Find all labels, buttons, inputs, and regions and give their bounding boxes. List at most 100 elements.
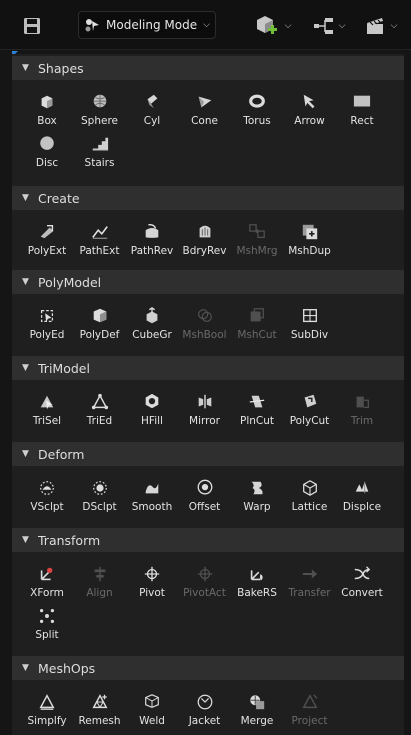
- bake-rs-icon: [250, 570, 263, 581]
- category-header-create[interactable]: ▼ Create: [12, 186, 404, 210]
- category-header-transform[interactable]: ▼ Transform: [12, 528, 404, 552]
- poly-deform-icon: [93, 308, 106, 323]
- category-header-polymodel[interactable]: ▼ PolyModel: [12, 270, 404, 294]
- xform-icon: [40, 567, 53, 581]
- tool-button-remesh[interactable]: Remesh: [73, 693, 127, 733]
- tool-button-simplfy[interactable]: Simplfy: [20, 693, 74, 733]
- tool-button-tried[interactable]: TriEd: [73, 393, 127, 433]
- tool-button-displce[interactable]: Displce: [335, 479, 389, 519]
- weld-icon: [145, 694, 159, 709]
- save-button[interactable]: [18, 15, 46, 37]
- tool-button-torus[interactable]: Torus: [230, 93, 284, 133]
- tool-button-pathrev[interactable]: PathRev: [125, 223, 179, 263]
- tool-button-lattice[interactable]: Lattice: [283, 479, 337, 519]
- tool-button-dsclpt[interactable]: DSclpt: [73, 479, 127, 519]
- tool-button-sphere[interactable]: Sphere: [73, 93, 127, 133]
- category-header-trimodel[interactable]: ▼ TriModel: [12, 356, 404, 380]
- tool-button-subdiv[interactable]: SubDiv: [283, 307, 337, 347]
- cube-grid-icon: [146, 307, 158, 324]
- category-title: MeshOps: [38, 660, 96, 676]
- modeling-mode-dropdown[interactable]: Modeling Mode ⌵: [78, 11, 216, 39]
- add-actor-icon: [256, 16, 277, 34]
- chevron-down-icon: ⌵: [203, 20, 210, 30]
- split-icon: [39, 608, 55, 624]
- warp-icon: [251, 481, 263, 495]
- project-icon: [301, 694, 318, 709]
- tool-button-mshbool: MshBool: [178, 307, 232, 347]
- tool-button-polydef[interactable]: PolyDef: [73, 307, 127, 347]
- tool-button-vsclpt[interactable]: VSclpt: [20, 479, 74, 519]
- remesh-icon: [91, 694, 108, 709]
- main-toolbar: Modeling Mode ⌵ ⌵ ⌵ ⌵: [0, 0, 411, 50]
- collapse-triangle-icon: ▼: [22, 663, 29, 673]
- lattice-icon: [302, 480, 317, 496]
- tool-button-split[interactable]: Split: [20, 607, 74, 647]
- tool-button-cyl[interactable]: Cyl: [125, 93, 179, 133]
- collapse-triangle-icon: ▼: [22, 535, 29, 545]
- category-header-meshops[interactable]: ▼ MeshOps: [12, 656, 404, 680]
- collapse-triangle-icon: ▼: [22, 63, 29, 73]
- poly-edit-icon: [40, 309, 54, 323]
- tri-select-icon: [40, 395, 54, 410]
- tool-label: Trim: [350, 415, 374, 427]
- collapse-triangle-icon: ▼: [22, 363, 29, 373]
- poly-extrude-icon: [40, 224, 54, 239]
- cone-icon: [198, 96, 211, 108]
- tool-button-pivot[interactable]: Pivot: [125, 565, 179, 605]
- tool-button-trisel[interactable]: TriSel: [20, 393, 74, 433]
- tool-button-polyed[interactable]: PolyEd: [20, 307, 74, 347]
- tool-button-polycut[interactable]: PolyCut: [283, 393, 337, 433]
- tool-button-box[interactable]: Box: [20, 93, 74, 133]
- category-title: TriModel: [38, 360, 90, 376]
- modeling-mode-icon: [85, 19, 100, 32]
- hole-fill-icon: [145, 393, 159, 409]
- subdivide-icon: [302, 309, 317, 323]
- tool-button-align: Align: [73, 565, 127, 605]
- tool-button-arrow[interactable]: Arrow: [283, 93, 337, 133]
- tool-button-warp[interactable]: Warp: [230, 479, 284, 519]
- tool-button-plncut[interactable]: PlnCut: [230, 393, 284, 433]
- tool-button-offset[interactable]: Offset: [178, 479, 232, 519]
- category-title: PolyModel: [38, 274, 102, 290]
- merge-icon: [250, 695, 265, 710]
- tool-button-disc[interactable]: Disc: [20, 135, 74, 175]
- tool-button-convert[interactable]: Convert: [335, 565, 389, 605]
- jacket-icon: [197, 694, 212, 710]
- tool-button-cubegr[interactable]: CubeGr: [125, 307, 179, 347]
- category-header-deform[interactable]: ▼ Deform: [12, 442, 404, 466]
- cylinder-icon: [147, 94, 158, 109]
- tool-button-project: Project: [283, 693, 337, 733]
- tool-button-trim: Trim: [335, 393, 389, 433]
- trim-icon: [356, 396, 369, 409]
- tool-button-pathext[interactable]: PathExt: [73, 223, 127, 263]
- dyna-sculpt-icon: [92, 481, 107, 495]
- tool-button-rect[interactable]: Rect: [335, 93, 389, 133]
- offset-icon: [197, 479, 212, 495]
- tool-button-mirror[interactable]: Mirror: [178, 393, 232, 433]
- path-extrude-icon: [91, 226, 108, 239]
- tool-button-mshdup[interactable]: MshDup: [283, 223, 337, 263]
- tool-button-smooth[interactable]: Smooth: [125, 479, 179, 519]
- poly-cut-icon: [304, 394, 316, 408]
- disc-icon: [40, 136, 54, 150]
- add-actor-button[interactable]: ⌵: [248, 14, 298, 38]
- tool-button-stairs[interactable]: Stairs: [73, 135, 127, 175]
- mirror-icon: [198, 394, 211, 409]
- cinematics-button[interactable]: ⌵: [358, 14, 404, 38]
- tool-button-merge[interactable]: Merge: [230, 693, 284, 733]
- mode-label: Modeling Mode: [106, 18, 198, 32]
- boundary-revolve-icon: [199, 225, 210, 238]
- torus-icon: [249, 94, 265, 108]
- tool-button-polyext[interactable]: PolyExt: [20, 223, 74, 263]
- tool-button-weld[interactable]: Weld: [125, 693, 179, 733]
- tool-button-hfill[interactable]: HFill: [125, 393, 179, 433]
- tool-palette: ▼ Shapes Box Sphere Cyl Cone Torus Arrow Rect Dis…: [12, 54, 404, 735]
- tool-button-jacket[interactable]: Jacket: [178, 693, 232, 733]
- tool-button-bdryrev[interactable]: BdryRev: [178, 223, 232, 263]
- tool-button-cone[interactable]: Cone: [178, 93, 232, 133]
- tool-button-bakers[interactable]: BakeRS: [230, 565, 284, 605]
- rect-icon: [353, 95, 371, 107]
- blueprint-button[interactable]: ⌵: [305, 14, 353, 38]
- category-header-shapes[interactable]: ▼ Shapes: [12, 56, 404, 80]
- tool-button-xform[interactable]: XForm: [20, 565, 74, 605]
